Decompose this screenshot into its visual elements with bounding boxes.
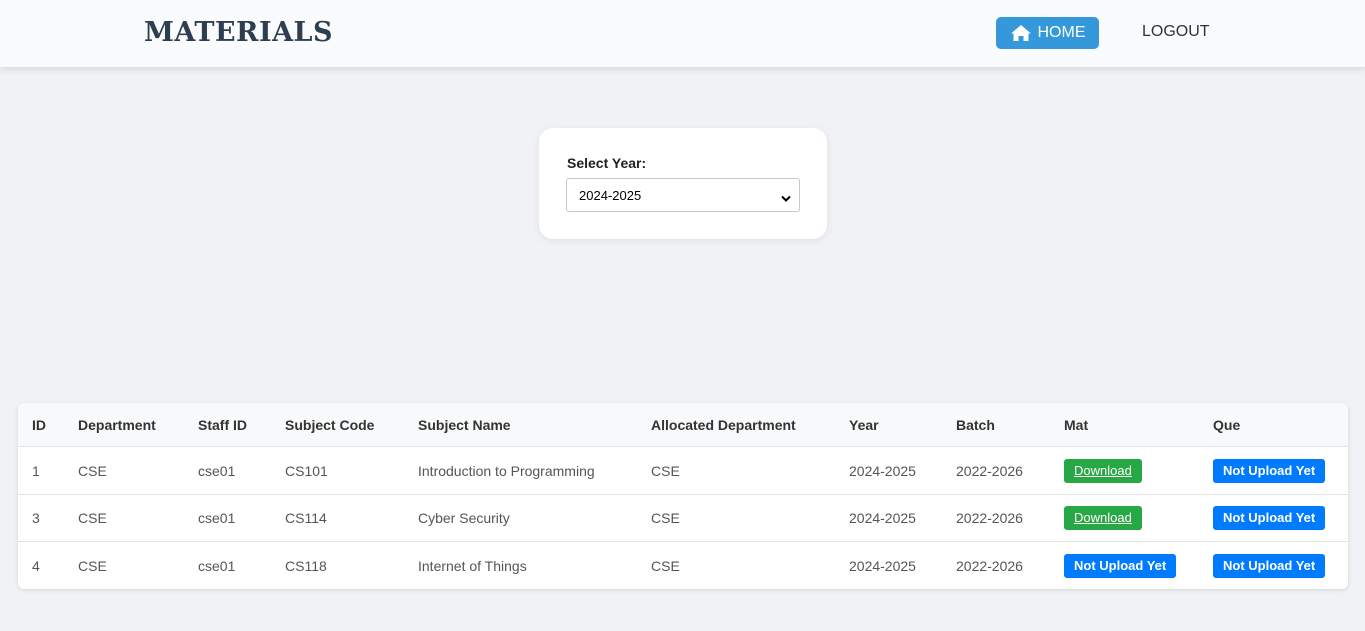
- page-title: MATERIALS: [144, 17, 334, 48]
- materials-table: ID Department Staff ID Subject Code Subj…: [18, 403, 1348, 589]
- question-not-uploaded-button[interactable]: Not Upload Yet: [1213, 506, 1326, 530]
- cell-batch: 2022-2026: [956, 557, 1023, 574]
- cell-staff-id: cse01: [198, 510, 236, 526]
- cell-year: 2024-2025: [849, 462, 916, 479]
- cell-batch: 2022-2026: [956, 510, 1023, 526]
- year-filter-card: Select Year: 2024-2025: [539, 128, 827, 239]
- cell-mat: Download: [1064, 495, 1142, 541]
- cell-que: Not Upload Yet: [1213, 447, 1326, 494]
- cell-staff-id: cse01: [198, 557, 236, 574]
- home-icon: [1010, 24, 1032, 42]
- column-header: Staff ID: [198, 416, 247, 433]
- year-select-label: Select Year:: [567, 155, 647, 171]
- cell-que: Not Upload Yet: [1213, 542, 1326, 589]
- cell-subject-name: Cyber Security: [418, 510, 510, 526]
- question-not-uploaded-button[interactable]: Not Upload Yet: [1213, 458, 1326, 483]
- table-row: 4 CSE cse01 CS118 Internet of Things CSE…: [18, 542, 1348, 589]
- table-row: 1 CSE cse01 CS101 Introduction to Progra…: [18, 447, 1348, 495]
- column-header: Subject Code: [285, 416, 375, 433]
- cell-subject-code: CS101: [285, 462, 328, 479]
- column-header: Department: [78, 416, 156, 433]
- download-material-button[interactable]: Download: [1064, 458, 1142, 483]
- cell-subject-name: Introduction to Programming: [418, 462, 595, 479]
- cell-batch: 2022-2026: [956, 462, 1023, 479]
- column-header: Que: [1213, 416, 1241, 433]
- cell-id: 3: [32, 510, 40, 526]
- download-material-button[interactable]: Download: [1064, 506, 1142, 530]
- column-header: Year: [849, 416, 879, 433]
- cell-department: CSE: [78, 510, 107, 526]
- cell-staff-id: cse01: [198, 462, 236, 479]
- cell-id: 4: [32, 557, 40, 574]
- home-label: HOME: [1037, 24, 1086, 41]
- year-select-value: 2024-2025: [579, 187, 642, 203]
- logout-link[interactable]: LOGOUT: [1142, 23, 1210, 41]
- top-navbar: MATERIALS HOME LOGOUT: [0, 0, 1365, 67]
- chevron-down-icon: [781, 191, 791, 206]
- cell-year: 2024-2025: [849, 557, 916, 574]
- column-header: Subject Name: [418, 416, 511, 433]
- column-header: Batch: [956, 416, 995, 433]
- cell-allocated-department: CSE: [651, 510, 680, 526]
- cell-allocated-department: CSE: [651, 462, 680, 479]
- cell-que: Not Upload Yet: [1213, 495, 1326, 541]
- cell-subject-code: CS114: [285, 510, 327, 526]
- cell-id: 1: [32, 462, 40, 479]
- column-header: ID: [32, 416, 46, 433]
- year-select[interactable]: 2024-2025: [566, 178, 800, 212]
- column-header: Allocated Department: [651, 416, 796, 433]
- question-not-uploaded-button[interactable]: Not Upload Yet: [1213, 553, 1326, 578]
- cell-year: 2024-2025: [849, 510, 916, 526]
- cell-department: CSE: [78, 557, 107, 574]
- cell-allocated-department: CSE: [651, 557, 680, 574]
- cell-subject-code: CS118: [285, 557, 327, 574]
- cell-mat: Download: [1064, 447, 1142, 494]
- cell-mat: Not Upload Yet: [1064, 542, 1177, 589]
- cell-subject-name: Internet of Things: [418, 557, 527, 574]
- material-not-uploaded-button[interactable]: Not Upload Yet: [1064, 553, 1177, 578]
- cell-department: CSE: [78, 462, 107, 479]
- table-header-row: ID Department Staff ID Subject Code Subj…: [18, 403, 1348, 447]
- home-button[interactable]: HOME: [996, 17, 1099, 49]
- table-row: 3 CSE cse01 CS114 Cyber Security CSE 202…: [18, 495, 1348, 542]
- column-header: Mat: [1064, 416, 1089, 433]
